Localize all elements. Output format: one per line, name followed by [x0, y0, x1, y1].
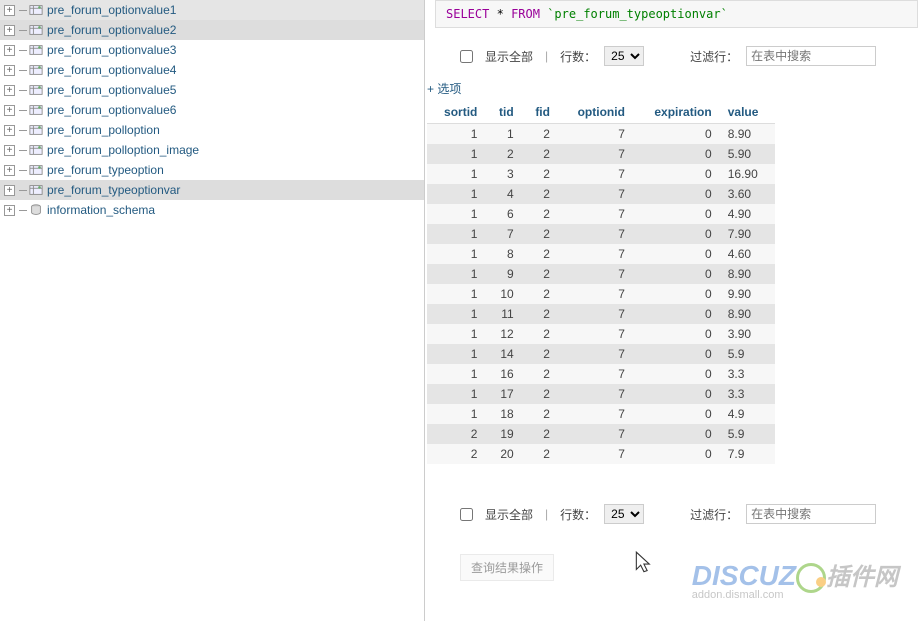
tree-item-pre-forum-polloption-image[interactable]: + pre_forum_polloption_image — [0, 140, 424, 160]
rows-select[interactable]: 25 — [604, 46, 644, 66]
col-tid[interactable]: tid — [485, 101, 521, 124]
filter-label: 过滤行： — [690, 48, 738, 65]
options-link[interactable]: + 选项 — [425, 76, 918, 101]
table-row[interactable]: 192708.90 — [427, 264, 775, 284]
table-row[interactable]: 142703.60 — [427, 184, 775, 204]
show-all-label-bottom: 显示全部 — [485, 506, 533, 523]
table-icon — [29, 83, 43, 97]
tree-item-pre-forum-optionvalue6[interactable]: + pre_forum_optionvalue6 — [0, 100, 424, 120]
show-all-checkbox[interactable] — [460, 50, 473, 63]
expand-icon[interactable]: + — [4, 25, 15, 36]
tree-label: pre_forum_optionvalue1 — [47, 3, 176, 17]
sql-table-name: `pre_forum_typeoptionvar` — [547, 7, 728, 21]
tree-label: pre_forum_optionvalue2 — [47, 23, 176, 37]
table-icon — [29, 23, 43, 37]
tree-item-pre-forum-optionvalue1[interactable]: + pre_forum_optionvalue1 — [0, 0, 424, 20]
sidebar: + pre_forum_optionvalue1 + pre_forum_option… — [0, 0, 425, 621]
col-expiration[interactable]: expiration — [633, 101, 720, 124]
filter-label-bottom: 过滤行： — [690, 506, 738, 523]
rows-label: 行数： — [560, 48, 596, 65]
tree-label: pre_forum_polloption_image — [47, 143, 199, 157]
table-row[interactable]: 1122703.90 — [427, 324, 775, 344]
table-row[interactable]: 1102709.90 — [427, 284, 775, 304]
tree-label: pre_forum_polloption — [47, 123, 160, 137]
tree-item-pre-forum-polloption[interactable]: + pre_forum_polloption — [0, 120, 424, 140]
table-row[interactable]: 162704.90 — [427, 204, 775, 224]
table-icon — [29, 183, 43, 197]
show-all-checkbox-bottom[interactable] — [460, 508, 473, 521]
expand-icon[interactable]: + — [4, 125, 15, 136]
table-row[interactable]: 1142705.9 — [427, 344, 775, 364]
data-table: sortidtidfidoptionidexpirationvalue 1127… — [427, 101, 775, 464]
expand-icon[interactable]: + — [4, 85, 15, 96]
cursor-icon — [632, 550, 658, 579]
table-icon — [29, 43, 43, 57]
tree-item-pre-forum-optionvalue3[interactable]: + pre_forum_optionvalue3 — [0, 40, 424, 60]
expand-icon[interactable]: + — [4, 105, 15, 116]
table-row[interactable]: 122705.90 — [427, 144, 775, 164]
expand-icon[interactable]: + — [4, 65, 15, 76]
tree-item-pre-forum-optionvalue4[interactable]: + pre_forum_optionvalue4 — [0, 60, 424, 80]
sql-keyword-select: SELECT — [446, 7, 489, 21]
tree-label: information_schema — [47, 203, 155, 217]
filter-input-bottom[interactable] — [746, 504, 876, 524]
table-row[interactable]: 112708.90 — [427, 124, 775, 145]
result-ops-button[interactable]: 查询结果操作 — [460, 554, 554, 581]
tree-item-information-schema[interactable]: + information_schema — [0, 200, 424, 220]
tree-label: pre_forum_optionvalue6 — [47, 103, 176, 117]
sql-keyword-from: FROM — [511, 7, 540, 21]
tree-item-pre-forum-optionvalue5[interactable]: + pre_forum_optionvalue5 — [0, 80, 424, 100]
show-all-label: 显示全部 — [485, 48, 533, 65]
rows-select-bottom[interactable]: 25 — [604, 504, 644, 524]
sql-star: * — [497, 7, 504, 21]
tree-item-pre-forum-typeoptionvar[interactable]: + pre_forum_typeoptionvar — [0, 180, 424, 200]
expand-icon[interactable]: + — [4, 185, 15, 196]
table-row[interactable]: 172707.90 — [427, 224, 775, 244]
col-optionid[interactable]: optionid — [558, 101, 633, 124]
tree-label: pre_forum_optionvalue4 — [47, 63, 176, 77]
sql-query-box: SELECT * FROM `pre_forum_typeoptionvar` — [435, 0, 918, 28]
expand-icon[interactable]: + — [4, 165, 15, 176]
expand-icon[interactable]: + — [4, 45, 15, 56]
table-icon — [29, 3, 43, 17]
table-icon — [29, 103, 43, 117]
database-icon — [29, 203, 43, 217]
table-icon — [29, 163, 43, 177]
expand-icon[interactable]: + — [4, 205, 15, 216]
controls-bar-bottom: 显示全部 | 行数： 25 过滤行： — [425, 494, 918, 534]
controls-bar-top: 显示全部 | 行数： 25 过滤行： — [425, 36, 918, 76]
table-row[interactable]: 1327016.90 — [427, 164, 775, 184]
table-icon — [29, 123, 43, 137]
col-sortid[interactable]: sortid — [427, 101, 485, 124]
main-panel: SELECT * FROM `pre_forum_typeoptionvar` … — [425, 0, 918, 621]
table-row[interactable]: 1172703.3 — [427, 384, 775, 404]
table-row[interactable]: 2202707.9 — [427, 444, 775, 464]
expand-icon[interactable]: + — [4, 5, 15, 16]
table-row[interactable]: 2192705.9 — [427, 424, 775, 444]
col-value[interactable]: value — [720, 101, 775, 124]
tree-label: pre_forum_typeoptionvar — [47, 183, 180, 197]
table-icon — [29, 143, 43, 157]
expand-icon[interactable]: + — [4, 145, 15, 156]
table-row[interactable]: 182704.60 — [427, 244, 775, 264]
tree-label: pre_forum_optionvalue3 — [47, 43, 176, 57]
table-row[interactable]: 1112708.90 — [427, 304, 775, 324]
tree-item-pre-forum-optionvalue2[interactable]: + pre_forum_optionvalue2 — [0, 20, 424, 40]
tree-label: pre_forum_typeoption — [47, 163, 164, 177]
table-row[interactable]: 1162703.3 — [427, 364, 775, 384]
table-icon — [29, 63, 43, 77]
rows-label-bottom: 行数： — [560, 506, 596, 523]
col-fid[interactable]: fid — [522, 101, 558, 124]
table-row[interactable]: 1182704.9 — [427, 404, 775, 424]
tree-label: pre_forum_optionvalue5 — [47, 83, 176, 97]
filter-input[interactable] — [746, 46, 876, 66]
tree-item-pre-forum-typeoption[interactable]: + pre_forum_typeoption — [0, 160, 424, 180]
